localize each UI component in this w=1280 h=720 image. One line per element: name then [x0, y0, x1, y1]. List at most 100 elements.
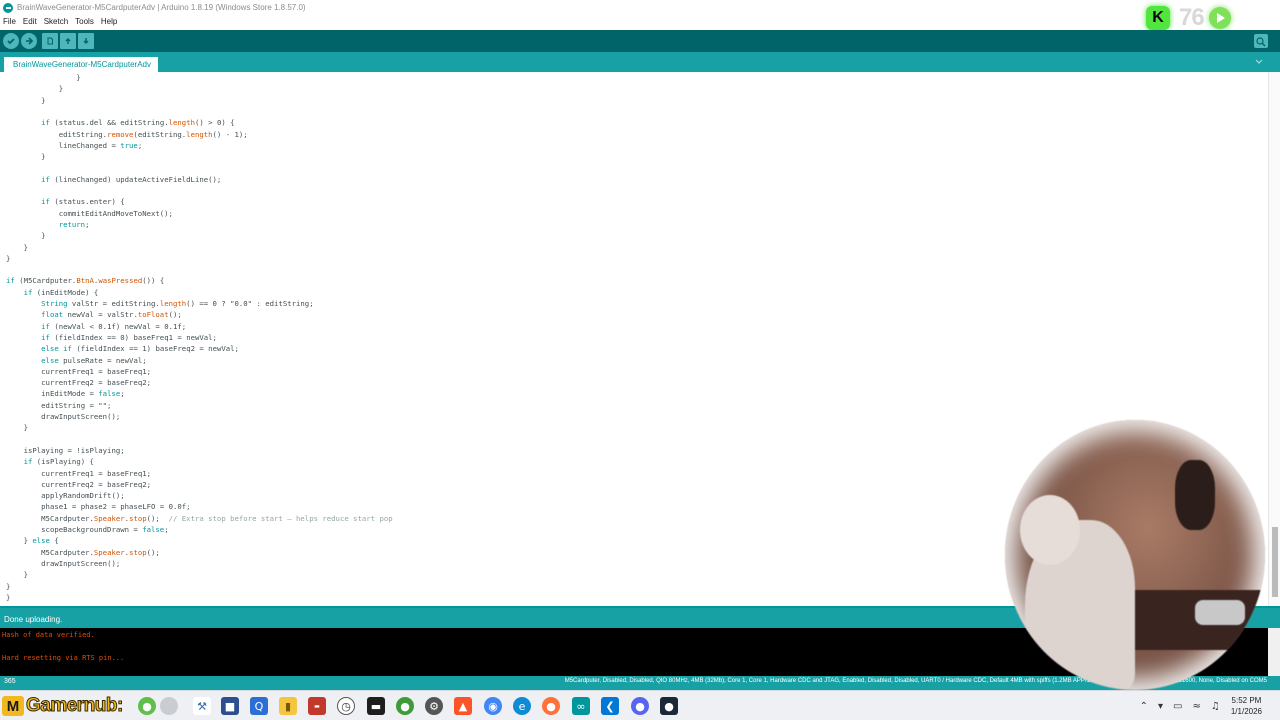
- volume-icon[interactable]: ♫: [1211, 701, 1220, 712]
- tab-sketch[interactable]: BrainWaveGenerator-M5CardputerAdv: [4, 57, 158, 72]
- code-line: }: [6, 231, 46, 241]
- code-line: scopeBackgroundDrawn = false;: [41, 525, 169, 534]
- verify-button[interactable]: [3, 33, 19, 49]
- new-button[interactable]: [42, 33, 58, 49]
- gamernub-logo-mark: M: [2, 696, 24, 716]
- code-line: }: [6, 242, 28, 252]
- cloud-icon[interactable]: [160, 697, 178, 715]
- tool-icon[interactable]: ⚒: [193, 697, 211, 715]
- quick-assist-icon[interactable]: Q: [250, 697, 268, 715]
- serial-monitor-button[interactable]: [1254, 34, 1268, 48]
- code-line: }: [6, 423, 28, 433]
- menu-sketch[interactable]: Sketch: [44, 17, 68, 26]
- window-title: BrainWaveGenerator-M5CardputerAdv | Ardu…: [17, 3, 306, 12]
- system-tray: ⌃ ▾ ▭ ≈ ♫ 5:52 PM 1/1/2026: [1135, 691, 1280, 720]
- code-line: currentFreq2 = baseFreq2;: [41, 479, 152, 489]
- tab-menu-button[interactable]: [1254, 58, 1264, 66]
- overlay-counter: 76: [1179, 4, 1205, 31]
- console-line: Hash of data verified.: [2, 631, 95, 639]
- scrollbar-thumb[interactable]: [1272, 527, 1278, 597]
- menu-bar: File Edit Sketch Tools Help: [0, 15, 1280, 28]
- editor-scrollbar[interactable]: [1268, 72, 1280, 606]
- file-explorer-icon[interactable]: ▮: [279, 697, 297, 715]
- menu-file[interactable]: File: [3, 17, 16, 26]
- menu-tools[interactable]: Tools: [75, 17, 94, 26]
- settings-gear-icon[interactable]: ⚙: [425, 697, 443, 715]
- code-line: }: [6, 73, 81, 82]
- clock-app-icon[interactable]: ◷: [337, 697, 355, 715]
- arrow-right-icon: [26, 37, 34, 45]
- steam-icon[interactable]: ●: [660, 697, 678, 715]
- title-bar: BrainWaveGenerator-M5CardputerAdv | Ardu…: [0, 0, 1280, 15]
- webcam-background-object: [1175, 460, 1215, 530]
- code-line: M5Cardputer.Speaker.stop();: [41, 547, 160, 557]
- chrome-icon[interactable]: ◉: [484, 697, 502, 715]
- taskbar: M Gamernub: ● ⚒ ■ Q ▮ ▬ ◷ ▬ ● ⚙ ▲ ◉ e ● …: [0, 690, 1280, 720]
- tab-bar: BrainWaveGenerator-M5CardputerAdv: [0, 52, 1280, 72]
- code-line: String valStr = editString.length() == 0…: [41, 299, 314, 308]
- wifi-icon[interactable]: ≈: [1193, 701, 1201, 712]
- code-line: editString = "";: [41, 400, 112, 410]
- terminal-icon[interactable]: ▬: [367, 697, 385, 715]
- code-line: lineChanged = true;: [58, 140, 143, 150]
- code-line: if (M5Cardputer.BtnA.wasPressed()) {: [6, 276, 165, 286]
- line-number: 365: [4, 678, 16, 685]
- code-line: } else {: [6, 536, 59, 546]
- code-line: commitEditAndMoveToNext();: [58, 208, 173, 218]
- status-message: Done uploading.: [4, 615, 63, 624]
- code-line: else pulseRate = newVal;: [41, 355, 147, 365]
- chevron-up-icon[interactable]: ⌃: [1140, 701, 1148, 712]
- stream-overlay: K 76: [1146, 4, 1254, 31]
- microphone-icon[interactable]: ▾: [1158, 701, 1163, 712]
- webcam-overlay: [1005, 420, 1265, 690]
- save-button[interactable]: [78, 33, 94, 49]
- save-arrow-icon: [83, 38, 89, 44]
- edge-icon[interactable]: e: [513, 697, 531, 715]
- code-line: }: [6, 581, 11, 591]
- app-red-icon[interactable]: ▬: [308, 697, 326, 715]
- code-line: else if (fieldIndex == 1) baseFreq2 = ne…: [41, 344, 239, 354]
- code-line: float newVal = valStr.toFloat();: [41, 310, 182, 320]
- monitor-icon[interactable]: ▭: [1173, 701, 1182, 712]
- chevron-down-icon: [1255, 59, 1263, 64]
- code-line: editString.remove(editString.length() - …: [58, 129, 248, 139]
- arduino-taskbar-icon[interactable]: ∞: [572, 697, 590, 715]
- code-line: if (status.enter) {: [41, 197, 125, 207]
- code-line: currentFreq1 = baseFreq1;: [41, 366, 152, 376]
- console-scrollbar[interactable]: [1268, 628, 1280, 676]
- code-line: applyRandomDrift();: [41, 491, 125, 501]
- map-pin-icon[interactable]: ●: [396, 697, 414, 715]
- taskbar-clock[interactable]: 5:52 PM 1/1/2026: [1231, 695, 1262, 717]
- console-line: Hard resetting via RTS pin...: [2, 654, 125, 662]
- new-file-icon: [47, 37, 53, 45]
- code-line: }: [6, 152, 46, 162]
- check-icon: [7, 38, 15, 45]
- brave-browser-icon[interactable]: ▲: [454, 697, 472, 715]
- code-line: }: [6, 592, 11, 602]
- arduino-logo-icon: [3, 2, 13, 13]
- webcam-pillow: [1195, 600, 1245, 625]
- device-manager-icon[interactable]: ■: [221, 697, 239, 715]
- discord-icon[interactable]: ●: [631, 697, 649, 715]
- menu-edit[interactable]: Edit: [23, 17, 37, 26]
- code-line: if (lineChanged) updateActiveFieldLine()…: [41, 174, 222, 184]
- code-line: currentFreq1 = baseFreq1;: [41, 468, 152, 478]
- code-line: if (newVal < 0.1f) newVal = 0.1f;: [41, 321, 187, 331]
- game-controller-icon[interactable]: ●: [138, 697, 156, 715]
- code-line: inEditMode = false;: [41, 389, 125, 399]
- toolbar: [0, 30, 1280, 52]
- code-line: }: [6, 253, 11, 263]
- webcam-head: [1020, 495, 1080, 565]
- upload-button[interactable]: [21, 33, 37, 49]
- vscode-icon[interactable]: ❮: [601, 697, 619, 715]
- code-line: if (inEditMode) {: [23, 287, 99, 297]
- magnifier-icon: [1256, 37, 1266, 47]
- open-button[interactable]: [60, 33, 76, 49]
- code-line: }: [6, 95, 46, 105]
- menu-help[interactable]: Help: [101, 17, 117, 26]
- play-icon: [1208, 7, 1231, 29]
- clock-time: 5:52 PM: [1231, 696, 1262, 705]
- code-line: M5Cardputer.Speaker.stop(); // Extra sto…: [41, 513, 393, 523]
- code-line: if (isPlaying) {: [23, 457, 94, 467]
- firefox-icon[interactable]: ●: [542, 697, 560, 715]
